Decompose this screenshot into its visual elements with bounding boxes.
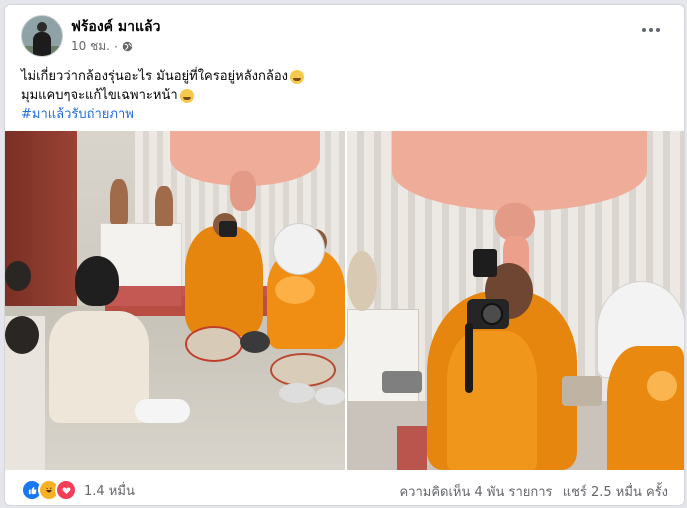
globe-icon (122, 41, 133, 52)
rofl-emoji-icon (290, 69, 305, 84)
reaction-count: 1.4 หมื่น (84, 483, 135, 499)
post-hashtag-line: #มาแล้วรับถ่ายภาพ (21, 105, 661, 124)
post-header: ฟร้องค์ มาแล้ว 10 ชม. · (5, 5, 684, 63)
post-text: ไม่เกี่ยวว่ากล้องรุ่นอะไร มันอยู่ที่ใครอ… (21, 67, 661, 124)
post-stats: ความคิดเห็น 4 พัน รายการ แชร์ 2.5 หมื่น … (399, 481, 668, 502)
author-name[interactable]: ฟร้องค์ มาแล้ว (71, 16, 160, 38)
love-icon (55, 479, 77, 501)
meta-separator: · (113, 39, 118, 54)
rofl-emoji-icon (179, 88, 194, 103)
post-photo-1[interactable] (5, 131, 345, 470)
photo-grid (5, 131, 684, 470)
post-footer: 1.4 หมื่น ความคิดเห็น 4 พัน รายการ แชร์ … (5, 475, 684, 505)
comment-count-link[interactable]: ความคิดเห็น 4 พัน รายการ (399, 485, 552, 500)
post-text-1: ไม่เกี่ยวว่ากล้องรุ่นอะไร มันอยู่ที่ใครอ… (21, 69, 289, 84)
hashtag-link[interactable]: #มาแล้วรับถ่ายภาพ (21, 105, 134, 124)
post-text-2: มุมแคบๆจะแก้ไขเฉพาะหน้า (21, 88, 178, 103)
more-options-button[interactable] (638, 19, 664, 41)
post-photo-2[interactable] (347, 131, 684, 470)
post-time[interactable]: 10 ชม. (71, 37, 110, 56)
post-text-line-1: ไม่เกี่ยวว่ากล้องรุ่นอะไร มันอยู่ที่ใครอ… (21, 67, 661, 86)
reaction-summary[interactable]: 1.4 หมื่น (21, 479, 135, 501)
author-avatar[interactable] (21, 15, 63, 57)
post-text-line-2: มุมแคบๆจะแก้ไขเฉพาะหน้า (21, 86, 661, 105)
post-meta: 10 ชม. · (71, 37, 133, 56)
post-card: ฟร้องค์ มาแล้ว 10 ชม. · ไม่เกี่ยวว่ากล้อ… (4, 4, 685, 506)
share-count-link[interactable]: แชร์ 2.5 หมื่น ครั้ง (563, 485, 668, 500)
